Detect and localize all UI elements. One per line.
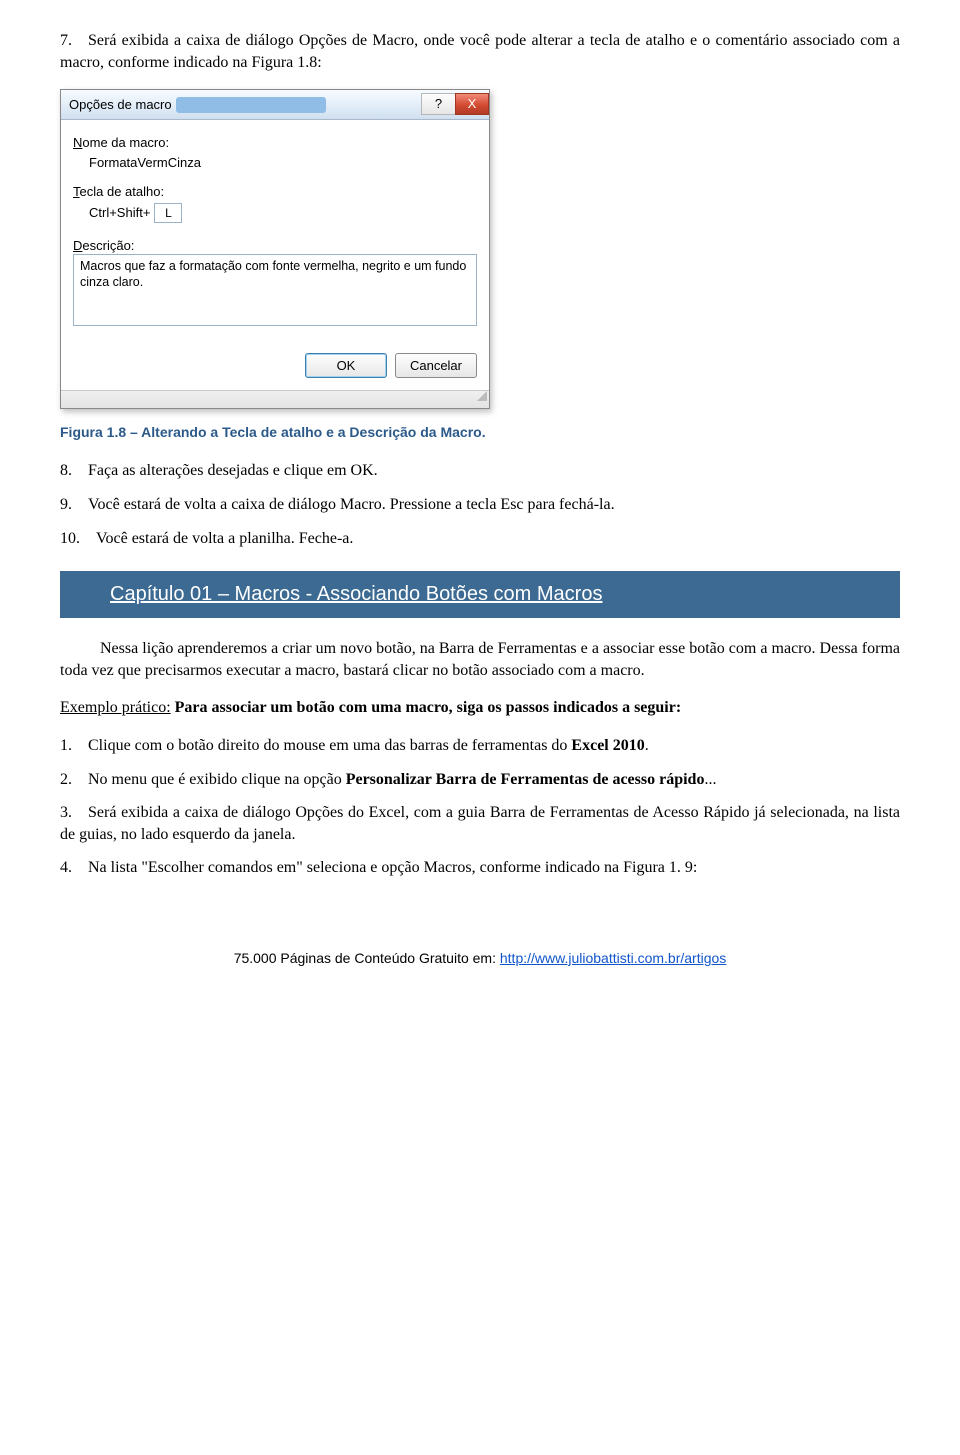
shortcut-label: Tecla de atalho: <box>73 183 477 201</box>
ok-button[interactable]: OK <box>305 353 387 379</box>
dialog-title: Opções de macro <box>69 96 172 114</box>
help-icon: ? <box>435 95 442 113</box>
redacted-region <box>176 97 326 113</box>
example-label: Exemplo prático: <box>60 699 171 716</box>
resize-grip-icon <box>61 391 489 401</box>
step-7-text: 7. Será exibida a caixa de diálogo Opçõe… <box>60 30 900 73</box>
step-1-text: 1. Clique com o botão direito do mouse e… <box>60 735 900 757</box>
help-button[interactable]: ? <box>421 93 455 115</box>
close-button[interactable]: X <box>455 93 489 115</box>
footer-link[interactable]: http://www.juliobattisti.com.br/artigos <box>500 950 726 966</box>
figure-caption: Figura 1.8 – Alterando a Tecla de atalho… <box>60 423 900 442</box>
section-heading: Capítulo 01 – Macros - Associando Botões… <box>60 571 900 618</box>
macro-name-value: FormataVermCinza <box>73 152 477 180</box>
step-9-text: 9. Você estará de volta a caixa de diálo… <box>60 494 900 516</box>
step-8-text: 8. Faça as alterações desejadas e clique… <box>60 460 900 482</box>
description-textarea[interactable]: Macros que faz a formatação com fonte ve… <box>73 254 477 326</box>
shortcut-key-input[interactable]: L <box>154 203 182 223</box>
dialog-titlebar: Opções de macro ? X <box>61 90 489 120</box>
section-intro-paragraph: Nessa lição aprenderemos a criar um novo… <box>60 638 900 681</box>
shortcut-prefix: Ctrl+Shift+ <box>89 204 150 222</box>
cancel-button[interactable]: Cancelar <box>395 353 477 379</box>
step-4-text: 4. Na lista "Escolher comandos em" selec… <box>60 857 900 879</box>
step-2-text: 2. No menu que é exibido clique na opção… <box>60 769 900 791</box>
dialog-statusbar <box>61 390 489 408</box>
step-3-text: 3. Será exibida a caixa de diálogo Opçõe… <box>60 802 900 845</box>
description-label: Descrição: <box>73 237 477 255</box>
page-footer: 75.000 Páginas de Conteúdo Gratuito em: … <box>60 949 900 968</box>
step-10-text: 10. Você estará de volta a planilha. Fec… <box>60 528 900 550</box>
macro-name-label: Nome da macro: <box>73 134 477 152</box>
example-line: Exemplo prático: Para associar um botão … <box>60 697 900 719</box>
close-icon: X <box>468 95 477 113</box>
macro-options-dialog: Opções de macro ? X Nome da macro: Forma… <box>60 89 490 409</box>
